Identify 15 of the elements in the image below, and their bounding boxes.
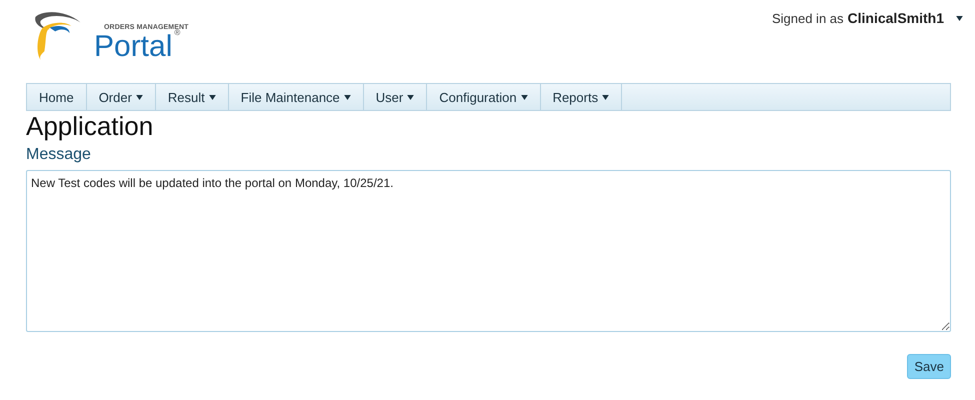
save-button[interactable]: Save xyxy=(907,354,951,379)
nav-item[interactable]: User xyxy=(364,84,428,110)
nav-item[interactable]: Reports xyxy=(540,84,622,110)
logo-name: Portal xyxy=(94,32,172,62)
username-link[interactable]: ClinicalSmith1 xyxy=(848,10,944,26)
message-field[interactable]: New Test codes will be updated into the portal on Monday, 10/25/21. xyxy=(26,170,951,332)
nav-item[interactable]: Order xyxy=(86,84,156,110)
nav-item[interactable]: File Maintenance xyxy=(228,84,364,110)
registered-mark: ® xyxy=(174,28,180,37)
nav-item[interactable]: Configuration xyxy=(427,84,541,110)
signed-in-label: Signed in as xyxy=(772,10,844,26)
field-label: Message xyxy=(26,146,92,164)
nav-item[interactable]: Result xyxy=(156,84,229,110)
page-title: Application xyxy=(26,111,154,141)
nav-item[interactable]: Home xyxy=(27,84,87,110)
